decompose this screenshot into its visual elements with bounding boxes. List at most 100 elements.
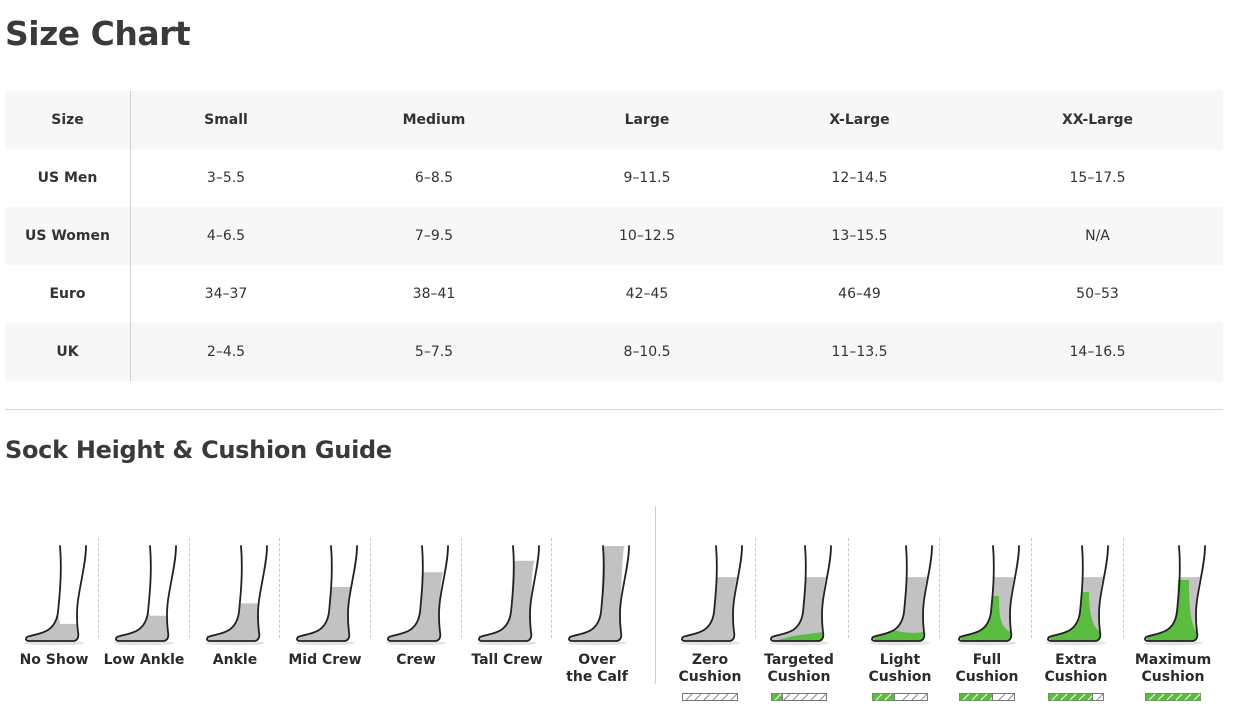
sock-illustration xyxy=(1046,545,1109,646)
sock-guide: No Show Low Ankle Ankle Mid Crew Crew Tall Cr… xyxy=(0,500,1233,716)
sock-illustration xyxy=(295,545,358,646)
sock-fill xyxy=(568,546,625,641)
item-separator xyxy=(1123,538,1124,638)
height-label: Low Ankle xyxy=(103,652,185,668)
cushion-label: Targeted Cushion xyxy=(753,652,845,686)
cushion-option: Zero Cushion xyxy=(664,500,756,701)
label-line: Cushion xyxy=(868,669,932,685)
label-line: Zero xyxy=(691,652,729,668)
height-label: Ankle xyxy=(212,652,258,668)
sock-illustration xyxy=(870,545,933,646)
label-line: Light xyxy=(879,652,921,668)
table-cell: N/A xyxy=(1085,228,1110,244)
sock-illustration xyxy=(1143,545,1206,646)
item-separator xyxy=(551,538,552,638)
cushion-label: Maximum Cushion xyxy=(1127,652,1219,686)
label-line: Maximum xyxy=(1134,652,1212,668)
label-line: Cushion xyxy=(1141,669,1205,685)
cushion-option: Full Cushion xyxy=(941,500,1033,701)
table-cell: 50–53 xyxy=(1076,286,1119,302)
item-separator xyxy=(98,538,99,638)
label-line: Cushion xyxy=(767,669,831,685)
label-line: the Calf xyxy=(566,669,628,685)
sock-illustration xyxy=(205,545,268,646)
table-cell: 3–5.5 xyxy=(206,170,246,186)
row-label: US Men xyxy=(5,149,131,207)
height-label: No Show xyxy=(19,652,89,668)
item-separator xyxy=(370,538,371,638)
item-separator xyxy=(755,538,756,638)
row-label: UK xyxy=(5,323,131,381)
sock-fill xyxy=(478,560,535,641)
sock-fill xyxy=(25,612,83,641)
cushion-meter xyxy=(1048,693,1104,701)
item-separator xyxy=(1031,538,1032,638)
height-label: Over the Calf xyxy=(551,652,643,686)
table-row: US Women 4–6.5 7–9.5 10–12.5 13–15.5 N/A xyxy=(5,207,1223,265)
item-separator xyxy=(461,538,462,638)
height-label: Crew xyxy=(396,652,436,668)
cushion-meter xyxy=(959,693,1015,701)
table-cell: 11–13.5 xyxy=(831,344,888,360)
sock-fill xyxy=(115,612,172,641)
sock-illustration xyxy=(24,545,87,646)
column-header: Medium xyxy=(402,112,466,128)
column-header: XX-Large xyxy=(1061,112,1134,128)
cushion-meter xyxy=(771,693,827,701)
table-cell: 7–9.5 xyxy=(414,228,454,244)
table-cell: 8–10.5 xyxy=(623,344,671,360)
sock-fill xyxy=(296,587,353,641)
height-option: Over the Calf xyxy=(551,500,643,685)
height-option: Ankle xyxy=(189,500,281,668)
table-cell: 42–45 xyxy=(625,286,669,302)
cushion-label: Full Cushion xyxy=(941,652,1033,686)
sock-illustration xyxy=(957,545,1020,646)
table-cell: 38–41 xyxy=(412,286,456,302)
cushion-meter xyxy=(872,693,928,701)
sock-illustration xyxy=(567,545,630,646)
sock-illustration xyxy=(769,545,832,646)
table-cell: 14–16.5 xyxy=(1069,344,1126,360)
cushion-option: Targeted Cushion xyxy=(753,500,845,701)
table-cell: 10–12.5 xyxy=(619,228,675,244)
label-line: Cushion xyxy=(955,669,1019,685)
label-line: Cushion xyxy=(1044,669,1108,685)
table-cell: 34–37 xyxy=(204,286,248,302)
row-label: Euro xyxy=(5,265,131,323)
sock-illustration xyxy=(114,545,177,646)
column-header: X-Large xyxy=(829,112,890,128)
label-line: Extra xyxy=(1055,652,1097,668)
cushion-meter xyxy=(1145,693,1201,701)
height-option: Mid Crew xyxy=(279,500,371,668)
height-option: Low Ankle xyxy=(98,500,190,668)
height-option: No Show xyxy=(8,500,100,668)
sock-illustration xyxy=(680,545,743,646)
sock-illustration xyxy=(477,545,540,646)
table-cell: 13–15.5 xyxy=(831,228,888,244)
cushion-option: Extra Cushion xyxy=(1030,500,1122,701)
cushion-option: Light Cushion xyxy=(854,500,946,701)
section-title: Sock Height & Cushion Guide xyxy=(5,436,392,464)
sock-fill xyxy=(871,577,928,641)
table-row: UK 2–4.5 5–7.5 8–10.5 11–13.5 14–16.5 xyxy=(5,323,1223,381)
table-cell: 6–8.5 xyxy=(414,170,454,186)
sock-fill xyxy=(681,577,738,641)
table-cell: 5–7.5 xyxy=(414,344,454,360)
page-title: Size Chart xyxy=(5,14,191,53)
cushion-option: Maximum Cushion xyxy=(1127,500,1219,701)
sock-fill xyxy=(770,577,827,641)
label-line: Full xyxy=(972,652,1002,668)
height-label: Tall Crew xyxy=(471,652,543,668)
column-header: Small xyxy=(204,112,248,128)
cushion-label: Light Cushion xyxy=(854,652,946,686)
item-separator xyxy=(848,538,849,638)
table-cell: 12–14.5 xyxy=(831,170,888,186)
item-separator xyxy=(279,538,280,638)
table-cell: 15–17.5 xyxy=(1069,170,1126,186)
label-line: Targeted xyxy=(764,652,834,668)
sock-illustration xyxy=(386,545,449,646)
height-option: Tall Crew xyxy=(461,500,553,668)
cushion-label: Zero Cushion xyxy=(664,652,756,686)
section-divider xyxy=(5,409,1223,410)
guide-group-separator xyxy=(655,506,656,684)
